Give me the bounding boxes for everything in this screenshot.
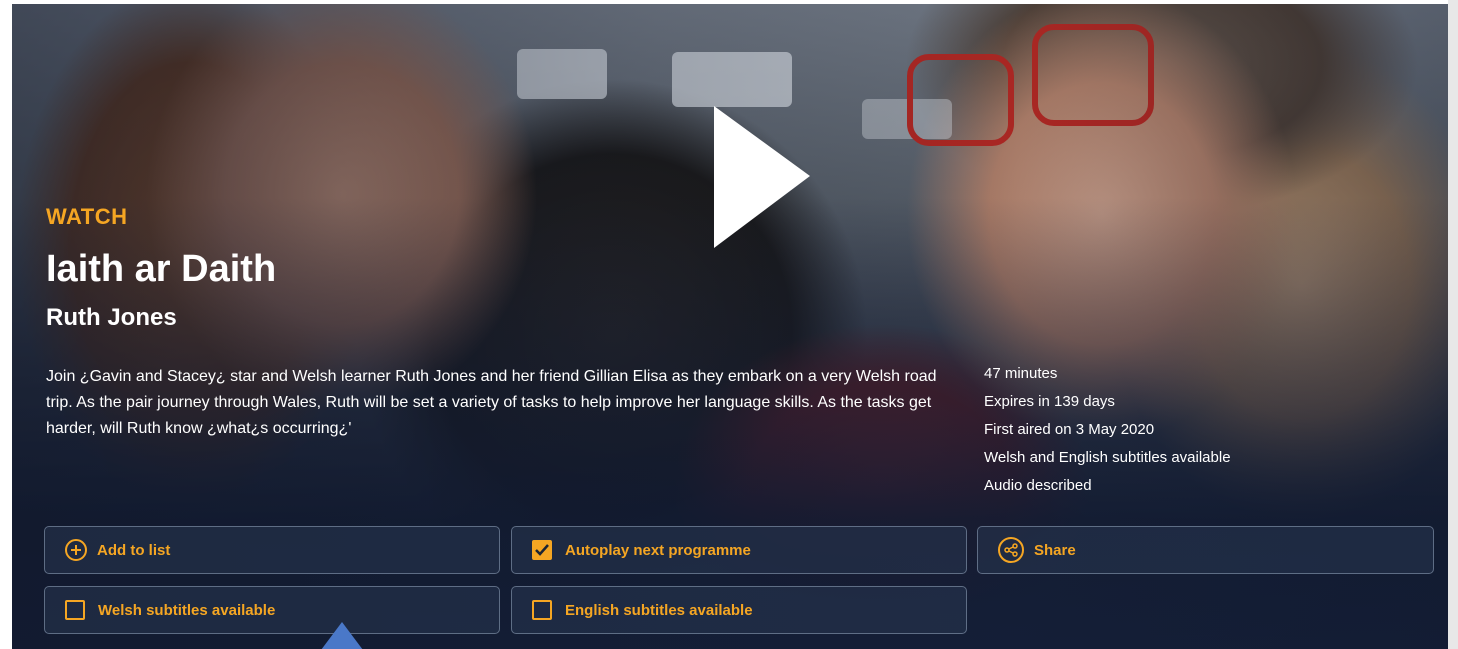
watch-label: WATCH: [46, 204, 128, 229]
subtitles-info: Welsh and English subtitles available: [984, 449, 1231, 466]
autoplay-label: Autoplay next programme: [565, 541, 751, 559]
share-icon: [998, 537, 1024, 563]
programme-title: Iaith ar Daith: [46, 248, 277, 290]
play-icon: [714, 106, 810, 248]
welsh-subtitles-label: Welsh subtitles available: [98, 601, 276, 619]
window-edge: [1448, 0, 1458, 649]
programme-subtitle: Ruth Jones: [46, 304, 177, 331]
share-label: Share: [1034, 541, 1076, 559]
first-aired: First aired on 3 May 2020: [984, 421, 1155, 438]
english-subtitles-checkbox[interactable]: [532, 600, 552, 620]
add-to-list-button[interactable]: Add to list: [44, 526, 500, 574]
programme-hero: WATCH Iaith ar Daith Ruth Jones Join ¿Ga…: [12, 4, 1448, 649]
welsh-subtitles-checkbox[interactable]: [65, 600, 85, 620]
autoplay-toggle[interactable]: Autoplay next programme: [511, 526, 967, 574]
play-button[interactable]: [712, 104, 822, 254]
audio-described: Audio described: [984, 477, 1092, 494]
english-subtitles-label: English subtitles available: [565, 601, 753, 619]
share-button[interactable]: Share: [977, 526, 1434, 574]
autoplay-checkbox[interactable]: [532, 540, 552, 560]
annotation-arrow-icon: [321, 622, 363, 649]
programme-meta: 47 minutes Expires in 139 days First air…: [984, 360, 1231, 500]
check-icon: [535, 544, 549, 556]
plus-circle-icon: [65, 539, 87, 561]
add-to-list-label: Add to list: [97, 541, 171, 559]
english-subtitles-toggle[interactable]: English subtitles available: [511, 586, 967, 634]
duration: 47 minutes: [984, 365, 1058, 382]
welsh-subtitles-toggle[interactable]: Welsh subtitles available: [44, 586, 500, 634]
programme-description: Join ¿Gavin and Stacey¿ star and Welsh l…: [46, 368, 937, 437]
expiry: Expires in 139 days: [984, 393, 1115, 410]
